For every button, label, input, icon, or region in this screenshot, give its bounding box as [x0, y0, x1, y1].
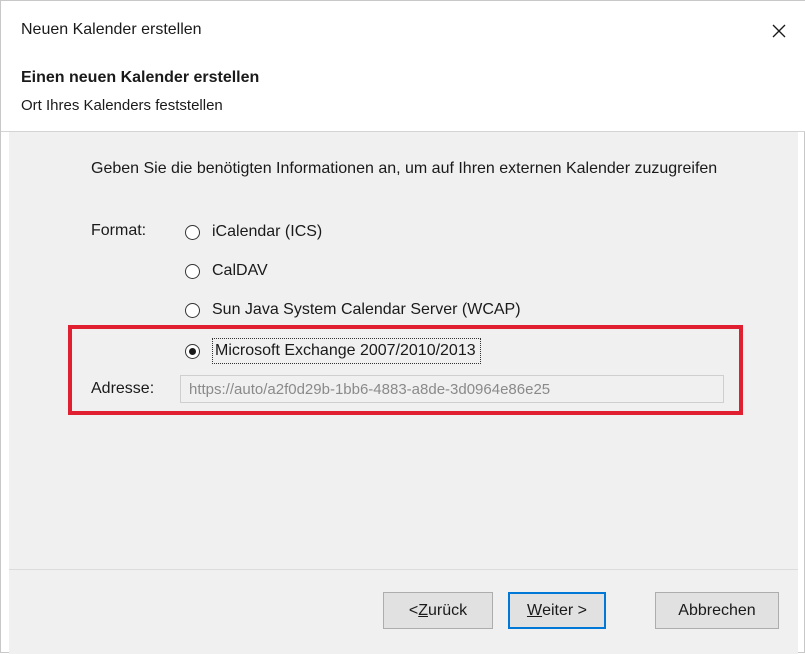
address-label: Adresse:: [91, 380, 155, 397]
radio-exchange[interactable]: [185, 343, 200, 359]
format-option-ics[interactable]: iCalendar (ICS): [185, 218, 322, 246]
wizard-content: Geben Sie die benötigten Informationen a…: [9, 132, 798, 569]
cancel-button[interactable]: Abbrechen: [655, 592, 779, 629]
format-option-label: CalDAV: [212, 262, 268, 279]
window-title: Neuen Kalender erstellen: [21, 21, 202, 38]
radio-ics[interactable]: [185, 224, 200, 240]
back-button-prefix: <: [408, 601, 419, 619]
dialog-window: Neuen Kalender erstellen Einen neuen Kal…: [0, 0, 805, 654]
title-bar: Neuen Kalender erstellen: [1, 1, 805, 59]
wizard-page-subtitle: Ort Ihres Kalenders feststellen: [21, 97, 223, 114]
radio-caldav[interactable]: [185, 263, 200, 279]
close-button[interactable]: [759, 11, 799, 51]
next-button-hotkey: W: [526, 601, 543, 619]
format-option-label: iCalendar (ICS): [212, 223, 323, 240]
format-option-exchange[interactable]: Microsoft Exchange 2007/2010/2013: [185, 337, 481, 365]
address-input[interactable]: [180, 375, 724, 403]
wizard-footer: < Zurück Weiter > Abbrechen: [9, 570, 798, 654]
wizard-header: Einen neuen Kalender erstellen Ort Ihres…: [1, 59, 805, 132]
radio-wcap[interactable]: [185, 302, 200, 318]
back-button-hotkey: Z: [418, 601, 428, 619]
next-button[interactable]: Weiter >: [508, 592, 606, 629]
wizard-page-title: Einen neuen Kalender erstellen: [21, 69, 260, 86]
next-button-rest: eiter >: [542, 601, 588, 619]
format-label: Format:: [91, 222, 147, 239]
back-button[interactable]: < Zurück: [383, 592, 493, 629]
format-option-wcap[interactable]: Sun Java System Calendar Server (WCAP): [185, 296, 521, 324]
format-option-label: Microsoft Exchange 2007/2010/2013: [212, 338, 481, 364]
format-option-label: Sun Java System Calendar Server (WCAP): [212, 301, 521, 318]
back-button-rest: urück: [428, 601, 468, 619]
close-icon: [772, 24, 786, 38]
intro-text: Geben Sie die benötigten Informationen a…: [91, 160, 718, 177]
format-option-caldav[interactable]: CalDAV: [185, 257, 268, 285]
